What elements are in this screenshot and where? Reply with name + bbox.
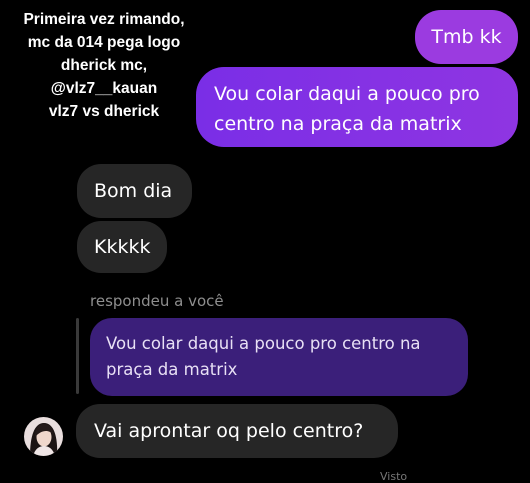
outgoing-message[interactable]: Tmb kk — [415, 10, 518, 64]
quoted-text-line: praça da matrix — [106, 360, 238, 379]
video-caption: Primeira vez rimando, mc da 014 pega log… — [6, 8, 202, 123]
message-text-line: centro na praça da matrix — [214, 113, 462, 135]
reply-label: respondeu a você — [90, 292, 224, 310]
message-text: Tmb kk — [431, 26, 502, 48]
avatar-icon — [24, 417, 63, 456]
caption-line: mc da 014 pega logo — [27, 34, 181, 51]
caption-line: Primeira vez rimando, — [23, 11, 185, 28]
message-text: Bom dia — [94, 180, 173, 202]
incoming-message[interactable]: Kkkkk — [77, 221, 167, 273]
caption-line: vlz7 vs dherick — [48, 103, 160, 120]
quoted-message[interactable]: Vou colar daqui a pouco pro centro na pr… — [90, 318, 468, 396]
incoming-message[interactable]: Vai aprontar oq pelo centro? — [76, 404, 398, 458]
caption-line: @vlz7__kauan — [50, 80, 158, 97]
message-text: Vai aprontar oq pelo centro? — [94, 420, 364, 442]
outgoing-message[interactable]: Vou colar daqui a pouco pro centro na pr… — [196, 67, 518, 147]
quoted-text-line: Vou colar daqui a pouco pro centro na — [106, 334, 421, 353]
caption-line: dherick mc, — [60, 57, 148, 74]
message-text: Kkkkk — [94, 236, 151, 258]
seen-status: Visto — [380, 470, 408, 483]
message-text-line: Vou colar daqui a pouco pro — [214, 83, 480, 105]
user-avatar[interactable] — [24, 417, 63, 456]
incoming-message[interactable]: Bom dia — [77, 164, 192, 218]
reply-indicator-bar — [76, 318, 79, 394]
